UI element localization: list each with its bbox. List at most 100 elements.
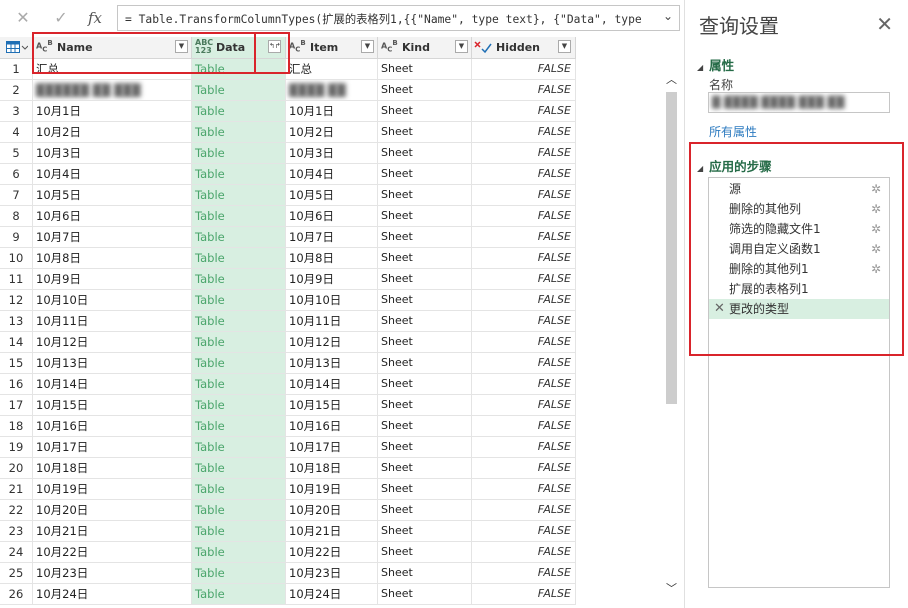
column-header-hidden[interactable]: Hidden ▼ xyxy=(472,37,576,58)
row-number[interactable]: 15 xyxy=(0,353,33,373)
cell-name[interactable]: 10月16日 xyxy=(33,416,192,436)
cell-kind[interactable]: Sheet xyxy=(378,584,472,604)
cell-kind[interactable]: Sheet xyxy=(378,122,472,142)
cell-item[interactable]: 10月24日 xyxy=(286,584,378,604)
cell-item[interactable]: ████ ██ xyxy=(286,80,378,100)
filter-dropdown-icon[interactable]: ▼ xyxy=(455,40,468,53)
cell-kind[interactable]: Sheet xyxy=(378,437,472,457)
cell-item[interactable]: 10月6日 xyxy=(286,206,378,226)
cell-data[interactable]: Table xyxy=(192,248,286,268)
cell-kind[interactable]: Sheet xyxy=(378,143,472,163)
cell-kind[interactable]: Sheet xyxy=(378,101,472,121)
cell-item[interactable]: 10月11日 xyxy=(286,311,378,331)
cell-hidden[interactable]: FALSE xyxy=(472,584,576,604)
cell-kind[interactable]: Sheet xyxy=(378,164,472,184)
boolean-type-icon[interactable] xyxy=(474,40,492,54)
cell-kind[interactable]: Sheet xyxy=(378,185,472,205)
table-row[interactable]: 23 10月21日 Table 10月21日 Sheet FALSE xyxy=(0,521,576,542)
cell-hidden[interactable]: FALSE xyxy=(472,374,576,394)
cell-kind[interactable]: Sheet xyxy=(378,227,472,247)
cancel-icon[interactable]: ✕ xyxy=(12,6,34,30)
table-menu-corner[interactable] xyxy=(0,37,33,58)
cell-data[interactable]: Table xyxy=(192,185,286,205)
row-number[interactable]: 5 xyxy=(0,143,33,163)
table-row[interactable]: 7 10月5日 Table 10月5日 Sheet FALSE xyxy=(0,185,576,206)
cell-hidden[interactable]: FALSE xyxy=(472,290,576,310)
cell-name[interactable]: 10月19日 xyxy=(33,479,192,499)
cell-data[interactable]: Table xyxy=(192,311,286,331)
table-row[interactable]: 3 10月1日 Table 10月1日 Sheet FALSE xyxy=(0,101,576,122)
expand-formula-icon[interactable]: ⌄ xyxy=(663,9,673,23)
table-row[interactable]: 20 10月18日 Table 10月18日 Sheet FALSE xyxy=(0,458,576,479)
cell-hidden[interactable]: FALSE xyxy=(472,521,576,541)
cell-name[interactable]: 10月7日 xyxy=(33,227,192,247)
cell-name[interactable]: ██████ ██ ███ xyxy=(33,80,192,100)
cell-name[interactable]: 10月11日 xyxy=(33,311,192,331)
row-number[interactable]: 18 xyxy=(0,416,33,436)
table-row[interactable]: 5 10月3日 Table 10月3日 Sheet FALSE xyxy=(0,143,576,164)
query-name-input[interactable]: █ ████ ████ ███ ██ xyxy=(708,92,890,113)
cell-data[interactable]: Table xyxy=(192,101,286,121)
cell-hidden[interactable]: FALSE xyxy=(472,479,576,499)
cell-name[interactable]: 10月23日 xyxy=(33,563,192,583)
row-number[interactable]: 25 xyxy=(0,563,33,583)
table-row[interactable]: 12 10月10日 Table 10月10日 Sheet FALSE xyxy=(0,290,576,311)
cell-kind[interactable]: Sheet xyxy=(378,59,472,79)
cell-name[interactable]: 10月12日 xyxy=(33,332,192,352)
cell-name[interactable]: 10月4日 xyxy=(33,164,192,184)
column-header-item[interactable]: ACB Item ▼ xyxy=(286,37,378,58)
cell-hidden[interactable]: FALSE xyxy=(472,143,576,163)
cell-hidden[interactable]: FALSE xyxy=(472,416,576,436)
cell-data[interactable]: Table xyxy=(192,206,286,226)
cell-data[interactable]: Table xyxy=(192,290,286,310)
cell-hidden[interactable]: FALSE xyxy=(472,311,576,331)
properties-section-heading[interactable]: ◢ 属性 xyxy=(697,55,734,74)
cell-data[interactable]: Table xyxy=(192,416,286,436)
row-number[interactable]: 14 xyxy=(0,332,33,352)
cell-data[interactable]: Table xyxy=(192,500,286,520)
table-row[interactable]: 13 10月11日 Table 10月11日 Sheet FALSE xyxy=(0,311,576,332)
cell-kind[interactable]: Sheet xyxy=(378,500,472,520)
cell-hidden[interactable]: FALSE xyxy=(472,437,576,457)
filter-dropdown-icon[interactable]: ▼ xyxy=(558,40,571,53)
scroll-up-icon[interactable]: ︿ xyxy=(663,71,680,89)
cell-name[interactable]: 10月10日 xyxy=(33,290,192,310)
cell-name[interactable]: 10月24日 xyxy=(33,584,192,604)
cell-hidden[interactable]: FALSE xyxy=(472,458,576,478)
cell-name[interactable]: 10月1日 xyxy=(33,101,192,121)
row-number[interactable]: 23 xyxy=(0,521,33,541)
table-row[interactable]: 24 10月22日 Table 10月22日 Sheet FALSE xyxy=(0,542,576,563)
collapse-triangle-icon[interactable]: ◢ xyxy=(697,63,703,72)
row-number[interactable]: 19 xyxy=(0,437,33,457)
row-number[interactable]: 3 xyxy=(0,101,33,121)
scroll-down-icon[interactable]: ﹀ xyxy=(663,580,680,598)
table-row[interactable]: 14 10月12日 Table 10月12日 Sheet FALSE xyxy=(0,332,576,353)
cell-item[interactable]: 10月13日 xyxy=(286,353,378,373)
cell-item[interactable]: 10月18日 xyxy=(286,458,378,478)
scroll-thumb[interactable] xyxy=(666,92,677,404)
cell-kind[interactable]: Sheet xyxy=(378,542,472,562)
vertical-scrollbar[interactable]: ︿ ﹀ xyxy=(663,58,680,608)
filter-dropdown-icon[interactable]: ▼ xyxy=(361,40,374,53)
cell-hidden[interactable]: FALSE xyxy=(472,185,576,205)
table-row[interactable]: 8 10月6日 Table 10月6日 Sheet FALSE xyxy=(0,206,576,227)
table-row[interactable]: 4 10月2日 Table 10月2日 Sheet FALSE xyxy=(0,122,576,143)
cell-data[interactable]: Table xyxy=(192,353,286,373)
cell-name[interactable]: 10月20日 xyxy=(33,500,192,520)
text-type-icon[interactable]: ACB xyxy=(381,39,398,53)
cell-name[interactable]: 10月22日 xyxy=(33,542,192,562)
row-number[interactable]: 7 xyxy=(0,185,33,205)
table-row[interactable]: 17 10月15日 Table 10月15日 Sheet FALSE xyxy=(0,395,576,416)
table-row[interactable]: 10 10月8日 Table 10月8日 Sheet FALSE xyxy=(0,248,576,269)
cell-item[interactable]: 10月1日 xyxy=(286,101,378,121)
cell-hidden[interactable]: FALSE xyxy=(472,206,576,226)
row-number[interactable]: 1 xyxy=(0,59,33,79)
table-row[interactable]: 22 10月20日 Table 10月20日 Sheet FALSE xyxy=(0,500,576,521)
cell-item[interactable]: 10月12日 xyxy=(286,332,378,352)
cell-data[interactable]: Table xyxy=(192,521,286,541)
cell-item[interactable]: 10月2日 xyxy=(286,122,378,142)
cell-name[interactable]: 10月9日 xyxy=(33,269,192,289)
cell-data[interactable]: Table xyxy=(192,563,286,583)
cell-kind[interactable]: Sheet xyxy=(378,311,472,331)
cell-kind[interactable]: Sheet xyxy=(378,290,472,310)
